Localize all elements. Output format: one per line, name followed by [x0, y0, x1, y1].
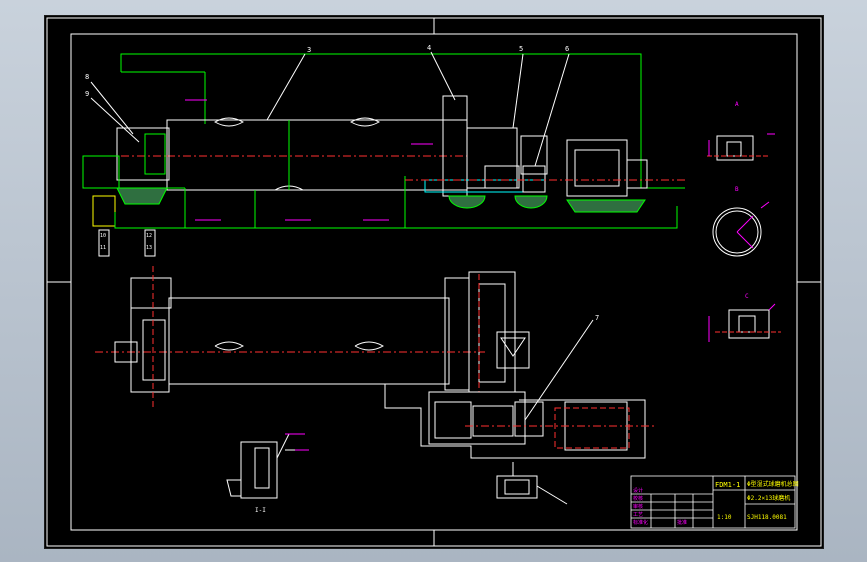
detail-i-label: I-I: [255, 507, 266, 514]
inner-sheet-border: [70, 33, 798, 531]
outer-sheet-border: [46, 17, 822, 547]
detail-view-i: [226, 433, 309, 499]
title-row-1: 校核: [633, 495, 643, 502]
title-row-2: 审核: [633, 503, 643, 510]
detail-a-label: A: [735, 101, 739, 108]
callout-top-1: 4: [427, 44, 431, 52]
title-row-5: 批准: [677, 519, 687, 526]
title-row-3: 工艺: [633, 512, 643, 518]
sheet-number: SJH118.0081: [747, 514, 787, 521]
detail-c: [708, 303, 781, 342]
callout-left-1: 9: [85, 90, 89, 98]
scale-value: 1:10: [717, 514, 732, 521]
elevation-view: [82, 51, 685, 229]
model-name: Φ2.2×13球磨机: [747, 494, 790, 502]
detail-b-label: B: [735, 186, 739, 193]
callout-top-0: 3: [307, 46, 311, 54]
plan-view: [95, 266, 655, 505]
callout-left-0: 8: [85, 73, 89, 81]
center-marks: [47, 18, 821, 546]
detail-c-label: C: [745, 293, 749, 300]
callout-middle-0: 7: [595, 314, 599, 322]
title-row-0: 设计: [633, 487, 643, 494]
callout-top-2: 5: [519, 45, 523, 53]
callout-bl-3: 13: [146, 245, 152, 251]
drawing-canvas: 3 4 5 6 8 9 10 11 12 13 7 I-I A B C FDM1…: [46, 17, 822, 547]
detail-a: [707, 133, 775, 161]
drawing-number: FDM1-1: [715, 481, 740, 489]
callout-bl-2: 12: [146, 233, 152, 239]
callout-bl-0: 10: [100, 233, 106, 239]
detail-b: [712, 201, 770, 257]
cad-model-space[interactable]: 3 4 5 6 8 9 10 11 12 13 7 I-I A B C FDM1…: [44, 15, 824, 549]
product-name: Φ型湿式球磨机总图: [747, 480, 799, 488]
title-row-4: 标准化: [633, 519, 648, 526]
callout-top-3: 6: [565, 45, 569, 53]
callout-bl-1: 11: [100, 245, 106, 251]
